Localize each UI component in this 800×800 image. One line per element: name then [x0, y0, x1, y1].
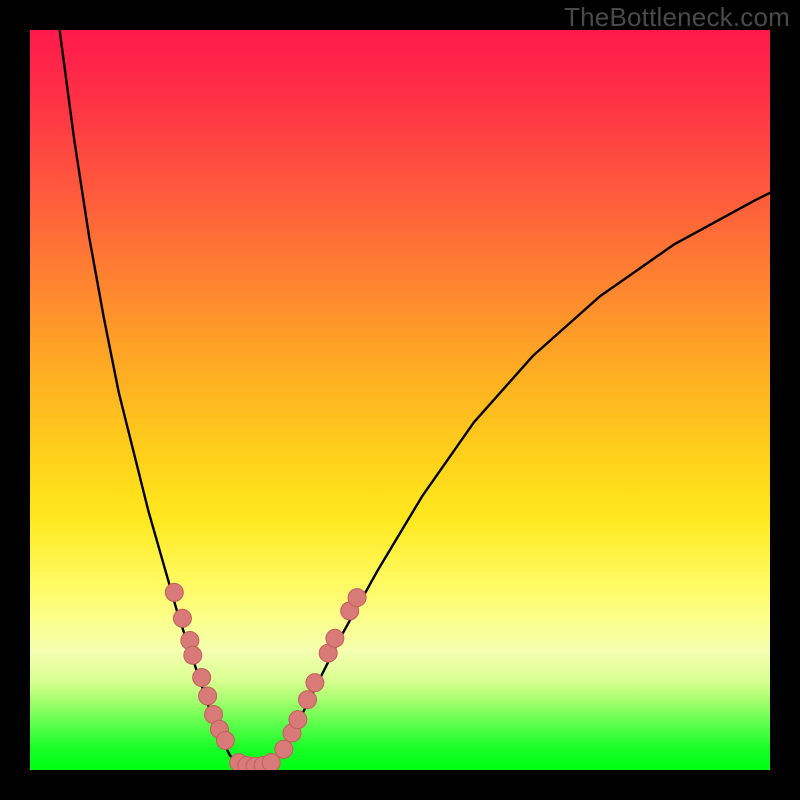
data-marker — [306, 674, 324, 692]
data-marker — [173, 609, 191, 627]
data-marker — [199, 687, 217, 705]
plot-area — [30, 30, 770, 770]
data-marker — [216, 731, 234, 749]
bottleneck-curve — [30, 30, 770, 770]
data-marker — [289, 711, 307, 729]
data-marker — [184, 646, 202, 664]
data-marker — [275, 740, 293, 758]
data-marker — [326, 629, 344, 647]
watermark-text: TheBottleneck.com — [564, 2, 790, 33]
data-marker — [299, 691, 317, 709]
data-marker — [165, 583, 183, 601]
data-marker — [193, 669, 211, 687]
data-marker — [348, 589, 366, 607]
curve-path — [60, 30, 770, 768]
chart-frame: TheBottleneck.com — [0, 0, 800, 800]
